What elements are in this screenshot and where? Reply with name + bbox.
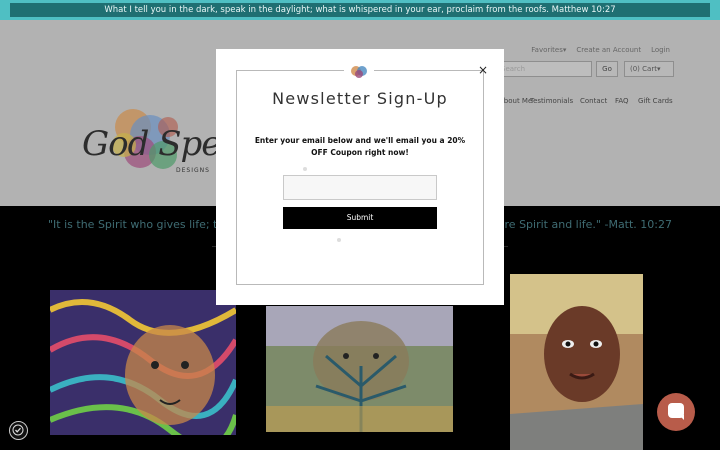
cart-button[interactable]: (0) Cart▾ bbox=[624, 61, 674, 77]
nav-gift-cards[interactable]: Gift Cards bbox=[638, 97, 673, 105]
decor-dot bbox=[303, 167, 307, 171]
page: What I tell you in the dark, speak in th… bbox=[0, 0, 720, 450]
modal-title: Newsletter Sign-Up bbox=[272, 89, 448, 108]
logo-badge-icon bbox=[344, 62, 374, 80]
cart-label: (0) Cart▾ bbox=[630, 65, 661, 73]
newsletter-modal: × Newsletter Sign-Up Enter your email be… bbox=[216, 49, 504, 305]
favorites-link[interactable]: Favorites▾ bbox=[531, 46, 566, 54]
search-go-button[interactable]: Go bbox=[596, 61, 618, 77]
nav-contact[interactable]: Contact bbox=[580, 97, 607, 105]
artwork-portrait[interactable] bbox=[510, 274, 643, 450]
nav-faq[interactable]: FAQ bbox=[615, 97, 629, 105]
nav-testimonials[interactable]: Testimonials bbox=[530, 97, 573, 105]
email-field[interactable] bbox=[283, 175, 437, 200]
artwork-lion-tree[interactable] bbox=[266, 306, 453, 432]
quote-left: "It is the Spirit who gives life; the bbox=[48, 218, 232, 231]
create-account-link[interactable]: Create an Account bbox=[576, 46, 641, 54]
close-icon[interactable]: × bbox=[477, 64, 489, 76]
login-link[interactable]: Login bbox=[651, 46, 670, 54]
chat-icon-tail bbox=[679, 415, 684, 420]
announcement-text: What I tell you in the dark, speak in th… bbox=[10, 3, 710, 17]
artwork-lion[interactable] bbox=[50, 290, 236, 435]
logo-subtitle: DESIGNS bbox=[176, 167, 210, 174]
modal-description: Enter your email below and we'll email y… bbox=[254, 136, 466, 157]
chat-button[interactable] bbox=[657, 393, 695, 431]
decor-dot bbox=[337, 238, 341, 242]
accessibility-icon[interactable] bbox=[9, 421, 28, 440]
announcement-bar: What I tell you in the dark, speak in th… bbox=[0, 0, 720, 20]
submit-button[interactable]: Submit bbox=[283, 207, 437, 229]
account-links: Favorites▾ Create an Account Login bbox=[531, 46, 670, 54]
